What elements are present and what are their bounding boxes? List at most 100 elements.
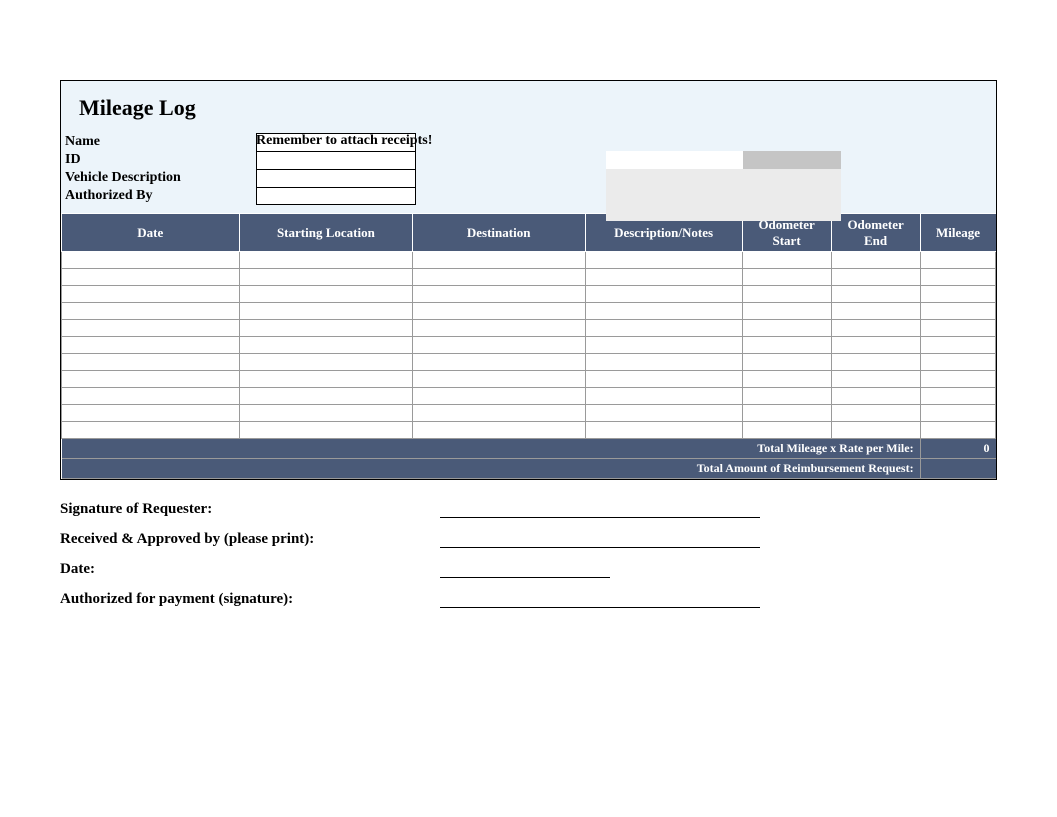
table-row xyxy=(62,388,996,405)
side-box-white xyxy=(606,151,743,169)
table-cell[interactable] xyxy=(831,303,920,320)
table-cell[interactable] xyxy=(240,354,413,371)
table-cell[interactable] xyxy=(920,337,995,354)
table-cell[interactable] xyxy=(585,371,742,388)
col-date: Date xyxy=(62,214,240,252)
footer-row-rate: Total Mileage x Rate per Mile: 0 xyxy=(62,439,996,459)
table-cell[interactable] xyxy=(831,337,920,354)
table-cell[interactable] xyxy=(412,269,585,286)
table-cell[interactable] xyxy=(240,388,413,405)
table-cell[interactable] xyxy=(920,422,995,439)
table-cell[interactable] xyxy=(742,303,831,320)
table-cell[interactable] xyxy=(831,388,920,405)
table-cell[interactable] xyxy=(831,269,920,286)
table-cell[interactable] xyxy=(831,405,920,422)
header-section: Mileage Log Remember to attach receipts!… xyxy=(61,81,996,213)
table-cell[interactable] xyxy=(62,269,240,286)
table-cell[interactable] xyxy=(62,252,240,269)
table-cell[interactable] xyxy=(831,422,920,439)
table-cell[interactable] xyxy=(412,303,585,320)
sig-line-requester[interactable] xyxy=(440,500,760,518)
sig-line-approved[interactable] xyxy=(440,530,760,548)
table-cell[interactable] xyxy=(585,269,742,286)
col-destination: Destination xyxy=(412,214,585,252)
reimbursement-value xyxy=(920,459,995,479)
table-cell[interactable] xyxy=(920,269,995,286)
reimbursement-label: Total Amount of Reimbursement Request: xyxy=(62,459,921,479)
table-cell[interactable] xyxy=(585,252,742,269)
sig-label-date: Date: xyxy=(60,561,440,578)
footer-row-reimbursement: Total Amount of Reimbursement Request: xyxy=(62,459,996,479)
table-cell[interactable] xyxy=(62,320,240,337)
table-cell[interactable] xyxy=(585,286,742,303)
table-cell[interactable] xyxy=(920,286,995,303)
table-cell[interactable] xyxy=(585,388,742,405)
table-cell[interactable] xyxy=(742,269,831,286)
table-cell[interactable] xyxy=(920,371,995,388)
table-cell[interactable] xyxy=(412,371,585,388)
sig-line-payment[interactable] xyxy=(440,590,760,608)
table-cell[interactable] xyxy=(412,252,585,269)
table-cell[interactable] xyxy=(831,320,920,337)
table-row xyxy=(62,422,996,439)
table-cell[interactable] xyxy=(412,388,585,405)
table-cell[interactable] xyxy=(62,405,240,422)
total-mileage-rate-label: Total Mileage x Rate per Mile: xyxy=(62,439,921,459)
table-cell[interactable] xyxy=(412,405,585,422)
table-cell[interactable] xyxy=(240,303,413,320)
total-mileage-rate-value: 0 xyxy=(920,439,995,459)
input-authorized[interactable] xyxy=(256,187,416,205)
table-cell[interactable] xyxy=(920,320,995,337)
table-cell[interactable] xyxy=(412,320,585,337)
table-cell[interactable] xyxy=(742,405,831,422)
table-cell[interactable] xyxy=(412,286,585,303)
table-cell[interactable] xyxy=(240,320,413,337)
table-cell[interactable] xyxy=(742,388,831,405)
table-cell[interactable] xyxy=(585,303,742,320)
table-cell[interactable] xyxy=(412,337,585,354)
table-row xyxy=(62,320,996,337)
table-cell[interactable] xyxy=(585,337,742,354)
table-cell[interactable] xyxy=(831,252,920,269)
table-cell[interactable] xyxy=(240,405,413,422)
table-cell[interactable] xyxy=(62,388,240,405)
table-cell[interactable] xyxy=(62,371,240,388)
table-cell[interactable] xyxy=(240,422,413,439)
table-cell[interactable] xyxy=(585,405,742,422)
table-cell[interactable] xyxy=(831,354,920,371)
table-cell[interactable] xyxy=(62,354,240,371)
table-cell[interactable] xyxy=(62,286,240,303)
table-cell[interactable] xyxy=(742,354,831,371)
table-cell[interactable] xyxy=(412,422,585,439)
table-cell[interactable] xyxy=(742,371,831,388)
table-cell[interactable] xyxy=(585,422,742,439)
table-cell[interactable] xyxy=(742,320,831,337)
table-cell[interactable] xyxy=(742,286,831,303)
table-cell[interactable] xyxy=(62,303,240,320)
sig-line-date[interactable] xyxy=(440,560,610,578)
table-cell[interactable] xyxy=(240,337,413,354)
table-cell[interactable] xyxy=(62,422,240,439)
table-cell[interactable] xyxy=(240,371,413,388)
input-vehicle[interactable] xyxy=(256,169,416,187)
table-cell[interactable] xyxy=(585,354,742,371)
table-cell[interactable] xyxy=(62,337,240,354)
table-cell[interactable] xyxy=(240,252,413,269)
table-cell[interactable] xyxy=(920,252,995,269)
table-cell[interactable] xyxy=(831,371,920,388)
mileage-table: Date Starting Location Destination Descr… xyxy=(61,213,996,479)
table-cell[interactable] xyxy=(742,252,831,269)
table-cell[interactable] xyxy=(920,388,995,405)
table-cell[interactable] xyxy=(412,354,585,371)
input-id[interactable] xyxy=(256,151,416,169)
table-cell[interactable] xyxy=(240,286,413,303)
table-cell[interactable] xyxy=(831,286,920,303)
table-cell[interactable] xyxy=(920,354,995,371)
table-cell[interactable] xyxy=(920,303,995,320)
table-cell[interactable] xyxy=(240,269,413,286)
table-row xyxy=(62,269,996,286)
table-cell[interactable] xyxy=(742,422,831,439)
table-cell[interactable] xyxy=(585,320,742,337)
table-cell[interactable] xyxy=(742,337,831,354)
table-cell[interactable] xyxy=(920,405,995,422)
